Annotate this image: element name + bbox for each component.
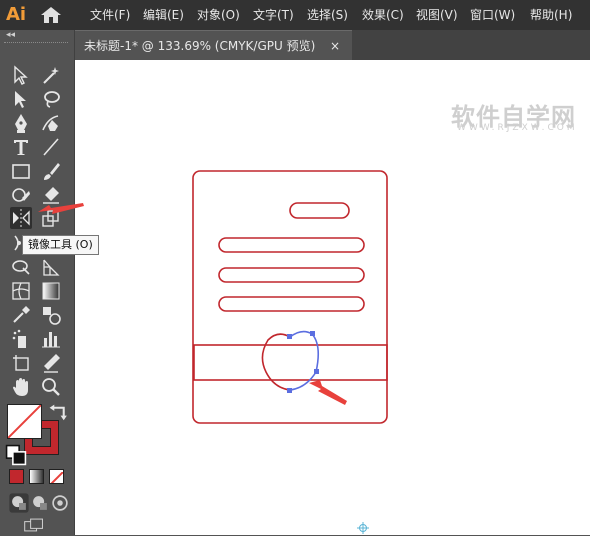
heart-half-shape bbox=[261, 333, 291, 391]
anchor-point bbox=[287, 334, 292, 339]
tool-tooltip: 镜像工具 (O) bbox=[22, 235, 99, 255]
anchor-point bbox=[287, 388, 292, 393]
annotation-arrow-canvas bbox=[309, 380, 347, 405]
short-bar-shape bbox=[289, 202, 350, 219]
artwork-layer bbox=[38, 170, 388, 534]
text-line-shape-2 bbox=[218, 267, 365, 283]
band-rectangle-shape bbox=[193, 344, 388, 381]
annotation-arrow-toolbar bbox=[38, 203, 84, 214]
selected-path-shape bbox=[289, 330, 320, 391]
anchor-point bbox=[310, 331, 315, 336]
text-line-shape-3 bbox=[218, 296, 365, 312]
anchor-point bbox=[314, 369, 319, 374]
text-line-shape-1 bbox=[218, 237, 365, 253]
reference-point-icon bbox=[357, 522, 369, 534]
